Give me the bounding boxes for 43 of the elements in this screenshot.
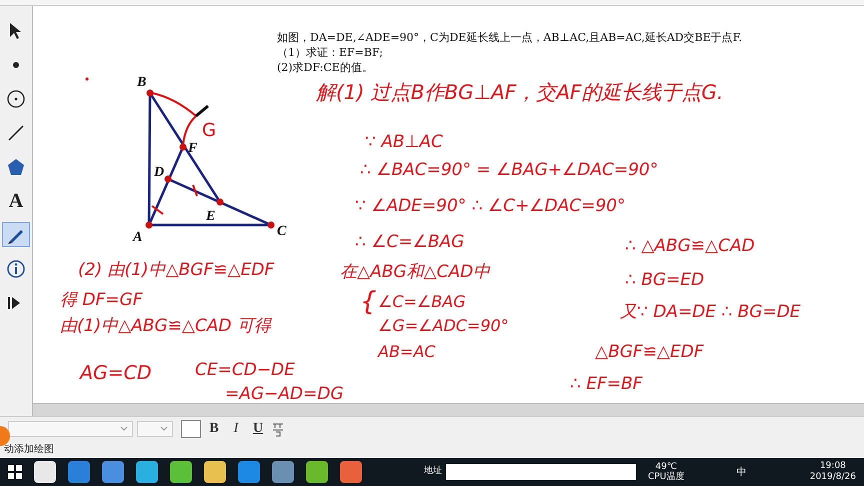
problem-text: (2)求DF:CE的值。 <box>277 60 374 75</box>
handwritten-note: AB=AC <box>378 344 436 360</box>
problem-text: 如图，DA=DE,∠ADE=90°，C为DE延长线上一点，AB⊥AC,且AB=AC,延长AD交BE于点F. <box>277 30 742 45</box>
handwritten-note: 由(1)中△ABG≌△CAD 可得 <box>60 318 271 335</box>
temperature-label: CPU温度 <box>648 472 684 482</box>
point-label: B <box>137 75 146 90</box>
point-label: F <box>188 141 198 156</box>
handwritten-note: △BGF≌△EDF <box>595 344 704 361</box>
status-text: 动添加绘图 <box>3 442 54 456</box>
format-button[interactable]: B <box>205 418 223 439</box>
format-button[interactable]: U <box>249 418 267 439</box>
handwritten-note: ∴ BG=ED <box>625 272 704 289</box>
handwritten-note: 得 DF=GF <box>60 292 142 309</box>
handwritten-note: ∠G=∠ADC=90° <box>378 318 509 334</box>
handwritten-note: ∠C=∠BAG <box>378 294 466 310</box>
format-button[interactable]: I <box>227 418 245 439</box>
point-label: A <box>133 230 142 245</box>
clock-time: 19:08 <box>820 461 846 472</box>
handwritten-note: CE=CD−DE <box>195 362 295 379</box>
handwritten-note: ∴ ∠BAC=90° = ∠BAG+∠DAC=90° <box>360 162 658 179</box>
text-tool-icon: A <box>8 190 24 210</box>
temperature-text: 49℃ <box>655 462 677 472</box>
handwritten-note: (2) 由(1)中△BGF≌△EDF <box>78 262 274 279</box>
point-label: E <box>206 209 216 224</box>
handwritten-note: 又∵ DA=DE ∴ BG=DE <box>620 304 801 321</box>
handwritten-note: ∴ EF=BF <box>570 376 642 393</box>
clock-date: 2019/8/26 <box>810 472 856 483</box>
handwritten-note: { <box>360 289 377 315</box>
ime-indicator[interactable]: 中 <box>736 464 746 480</box>
handwritten-label: G <box>202 120 216 141</box>
handwritten-note: 在△ABG和△CAD中 <box>340 264 490 281</box>
address-label: 地址 <box>424 465 442 478</box>
handwritten-note: ∵ ∠ADE=90° ∴ ∠C+∠DAC=90° <box>355 198 626 215</box>
handwritten-note: ∵ AB⊥AC <box>365 134 443 151</box>
point-label: D <box>154 165 164 180</box>
handwritten-note: =AG−AD=DG <box>225 386 344 403</box>
problem-text: （1）求证：EF=BF; <box>277 45 384 60</box>
handwritten-note: ∴ ∠C=∠BAG <box>355 234 464 251</box>
point-label: C <box>277 224 286 239</box>
handwritten-note: ∴ △ABG≌△CAD <box>625 238 755 255</box>
tool-button[interactable]: A <box>2 188 30 213</box>
handwritten-note: AG=CD <box>80 364 152 383</box>
handwritten-note: 解(1) 过点B作BG⊥AF，交AF的延长线于点G. <box>316 82 724 102</box>
